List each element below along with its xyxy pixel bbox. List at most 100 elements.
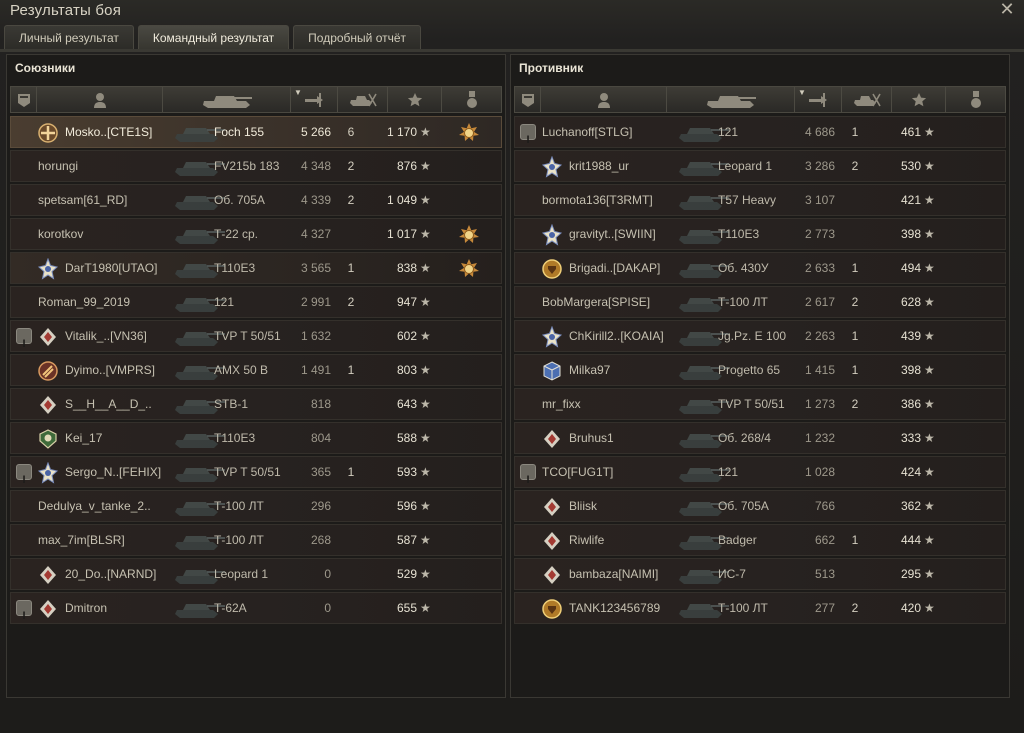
star-badge-icon	[37, 461, 59, 484]
player-row[interactable]: 20_Do..[NARND] Leopard 1 0 529 ★	[10, 558, 502, 590]
tank-column-header[interactable]	[163, 87, 291, 112]
tank-name: STB-1	[214, 397, 249, 411]
platoon-column-header[interactable]	[11, 87, 37, 112]
xp-value: 530	[900, 159, 921, 173]
player-name[interactable]: Roman_99_2019	[38, 287, 130, 317]
medal-column-header[interactable]	[442, 87, 502, 112]
player-name[interactable]: max_7im[BLSR]	[38, 525, 125, 555]
player-name[interactable]: Luchanoff[STLG]	[542, 117, 633, 147]
player-name[interactable]: Sergo_N..[FEHIX]	[65, 457, 161, 487]
xp-star-column-header[interactable]	[892, 87, 946, 112]
player-row[interactable]: korotkov Т-22 ср. 4 327 1 017 ★	[10, 218, 502, 250]
player-name[interactable]: gravityt..[SWIIN]	[569, 219, 656, 249]
player-column-header[interactable]	[541, 87, 667, 112]
xp-star-icon: ★	[924, 397, 935, 411]
player-column-header[interactable]	[37, 87, 163, 112]
platoon-column-header[interactable]	[515, 87, 541, 112]
player-row[interactable]: mr_fixx TVP T 50/51 1 273 2 386 ★	[514, 388, 1006, 420]
xp-value: 386	[900, 397, 921, 411]
enemies-list: I Luchanoff[STLG] 121 4 686 1 461 ★ krit1988_ur…	[514, 116, 1006, 626]
player-name[interactable]: ChKirill2..[KOAIA]	[569, 321, 664, 351]
close-icon[interactable]: ✕	[998, 0, 1016, 18]
player-row[interactable]: Dedulya_v_tanke_2.. Т-100 ЛТ 296 596 ★	[10, 490, 502, 522]
player-name[interactable]: bormota136[T3RMT]	[542, 185, 653, 215]
xp-star-icon: ★	[420, 261, 431, 275]
player-row[interactable]: Milka97 Progetto 65 1 415 1 398 ★	[514, 354, 1006, 386]
player-row[interactable]: horungi FV215b 183 4 348 2 876 ★	[10, 150, 502, 182]
player-name[interactable]: korotkov	[38, 219, 83, 249]
player-row[interactable]: Bliisk Об. 705А 766 362 ★	[514, 490, 1006, 522]
player-row[interactable]: Brigadi..[DAKAP] Об. 430У 2 633 1 494 ★	[514, 252, 1006, 284]
tab-personal-result[interactable]: Личный результат	[4, 25, 134, 50]
medal-column-header[interactable]	[946, 87, 1006, 112]
tank-name: TVP T 50/51	[214, 329, 281, 343]
tank-name: Badger	[718, 533, 757, 547]
tab-team-result[interactable]: Командный результат	[137, 25, 290, 50]
player-name[interactable]: Brigadi..[DAKAP]	[569, 253, 660, 283]
diamond-badge-icon	[541, 530, 563, 552]
player-row[interactable]: BobMargera[SPISE] Т-100 ЛТ 2 617 2 628 ★	[514, 286, 1006, 318]
xp-star-icon: ★	[924, 227, 935, 241]
player-name[interactable]: bambaza[NAIMI]	[569, 559, 658, 589]
player-name[interactable]: Mosko..[CTE1S]	[65, 117, 152, 147]
frags-column-header[interactable]	[338, 87, 388, 112]
player-row[interactable]: gravityt..[SWIIN] T110E3 2 773 398 ★	[514, 218, 1006, 250]
player-name[interactable]: krit1988_ur	[569, 151, 629, 181]
player-name[interactable]: Dmitron	[65, 593, 107, 623]
player-row[interactable]: I Vitalik_..[VN36] TVP T 50/51 1 632 602 ★	[10, 320, 502, 352]
tank-name: T110E3	[214, 261, 256, 275]
player-row[interactable]: Mosko..[CTE1S] Foch 155 5 266 6 1 170 ★	[10, 116, 502, 148]
xp-value: 628	[900, 295, 921, 309]
player-row[interactable]: bambaza[NAIMI] ИС-7 513 295 ★	[514, 558, 1006, 590]
frags-value: 6	[347, 125, 355, 139]
damage-icon	[807, 92, 829, 108]
xp-value: 420	[900, 601, 921, 615]
player-name[interactable]: 20_Do..[NARND]	[65, 559, 156, 589]
player-row[interactable]: krit1988_ur Leopard 1 3 286 2 530 ★	[514, 150, 1006, 182]
player-row[interactable]: Bruhus1 Об. 268/4 1 232 333 ★	[514, 422, 1006, 454]
enemies-title: Противник	[519, 61, 584, 75]
player-row[interactable]: Roman_99_2019 121 2 991 2 947 ★	[10, 286, 502, 318]
player-row[interactable]: Kei_17 T110E3 804 588 ★	[10, 422, 502, 454]
player-name[interactable]: Milka97	[569, 355, 610, 385]
tab-detailed-report[interactable]: Подробный отчёт	[293, 25, 422, 50]
player-row[interactable]: S__H__A__D_.. STB-1 818 643 ★	[10, 388, 502, 420]
player-row[interactable]: spetsam[61_RD] Об. 705А 4 339 2 1 049 ★	[10, 184, 502, 216]
platoon-icon: I	[16, 328, 32, 350]
player-name[interactable]: Dyimo..[VMPRS]	[65, 355, 155, 385]
player-row[interactable]: ChKirill2..[KOAIA] Jg.Pz. E 100 2 263 1 439 ★	[514, 320, 1006, 352]
player-row[interactable]: bormota136[T3RMT] T57 Heavy 3 107 421 ★	[514, 184, 1006, 216]
player-row[interactable]: I TCO[FUG1T] 121 1 028 424 ★	[514, 456, 1006, 488]
xp-value: 529	[396, 567, 417, 581]
xp-star-column-header[interactable]	[388, 87, 442, 112]
frags-column-header[interactable]	[842, 87, 892, 112]
player-row[interactable]: Riwlife Badger 662 1 444 ★	[514, 524, 1006, 556]
player-row[interactable]: I Dmitron Т-62А 0 655 ★	[10, 592, 502, 624]
player-name[interactable]: Kei_17	[65, 423, 102, 453]
player-row[interactable]: max_7im[BLSR] Т-100 ЛТ 268 587 ★	[10, 524, 502, 556]
player-name[interactable]: S__H__A__D_..	[65, 389, 152, 419]
player-name[interactable]: TANK123456789	[569, 593, 660, 623]
xp-value: 593	[396, 465, 417, 479]
damage-column-header[interactable]: ▼	[795, 87, 842, 112]
tank-column-header[interactable]	[667, 87, 795, 112]
player-name[interactable]: Bliisk	[569, 491, 597, 521]
player-name[interactable]: Vitalik_..[VN36]	[65, 321, 147, 351]
player-name[interactable]: horungi	[38, 151, 78, 181]
player-row[interactable]: I Luchanoff[STLG] 121 4 686 1 461 ★	[514, 116, 1006, 148]
player-row[interactable]: Dyimo..[VMPRS] AMX 50 B 1 491 1 803 ★	[10, 354, 502, 386]
player-name[interactable]: Dedulya_v_tanke_2..	[38, 491, 151, 521]
player-row[interactable]: DarT1980[UTAO] T110E3 3 565 1 838 ★	[10, 252, 502, 284]
player-row[interactable]: TANK123456789 Т-100 ЛТ 277 2 420 ★	[514, 592, 1006, 624]
player-name[interactable]: BobMargera[SPISE]	[542, 287, 650, 317]
player-row[interactable]: I Sergo_N..[FEHIX] TVP T 50/51 365 1 593 ★	[10, 456, 502, 488]
frags-value: 2	[347, 193, 355, 207]
player-name[interactable]: DarT1980[UTAO]	[65, 253, 157, 283]
diamond-badge-icon	[37, 564, 59, 586]
player-name[interactable]: spetsam[61_RD]	[38, 185, 127, 215]
player-name[interactable]: TCO[FUG1T]	[542, 457, 613, 487]
player-name[interactable]: mr_fixx	[542, 389, 581, 419]
player-name[interactable]: Riwlife	[569, 525, 604, 555]
damage-column-header[interactable]: ▼	[291, 87, 338, 112]
player-name[interactable]: Bruhus1	[569, 423, 614, 453]
